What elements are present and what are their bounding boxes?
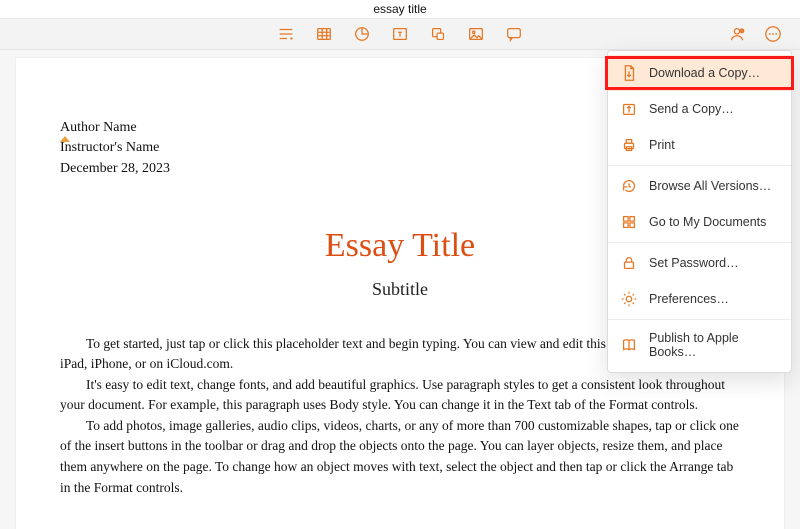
- menu-divider: [608, 319, 791, 320]
- more-icon[interactable]: [764, 25, 782, 43]
- window-title-text: essay title: [373, 2, 426, 16]
- menu-item-browse-versions[interactable]: Browse All Versions…: [608, 168, 791, 204]
- menu-divider: [608, 242, 791, 243]
- menu-item-preferences[interactable]: Preferences…: [608, 281, 791, 317]
- more-menu: Download a Copy… Send a Copy… Print Brow…: [607, 50, 792, 373]
- gear-icon: [620, 290, 638, 308]
- download-icon: [620, 64, 638, 82]
- menu-label: Preferences…: [649, 292, 729, 306]
- menu-item-publish-apple-books[interactable]: Publish to Apple Books…: [608, 322, 791, 368]
- media-icon[interactable]: [467, 25, 485, 43]
- menu-divider: [608, 165, 791, 166]
- menu-label: Print: [649, 138, 675, 152]
- shape-icon[interactable]: [429, 25, 447, 43]
- toolbar-center-group: [277, 25, 523, 43]
- insertion-caret-marker: [60, 136, 70, 142]
- book-icon: [620, 336, 638, 354]
- text-options-icon[interactable]: [277, 25, 295, 43]
- menu-label: Browse All Versions…: [649, 179, 771, 193]
- body-paragraph[interactable]: It's easy to edit text, change fonts, an…: [60, 375, 740, 416]
- print-icon: [620, 136, 638, 154]
- menu-label: Go to My Documents: [649, 215, 766, 229]
- menu-item-download-copy[interactable]: Download a Copy…: [608, 55, 791, 91]
- menu-item-my-documents[interactable]: Go to My Documents: [608, 204, 791, 240]
- menu-label: Publish to Apple Books…: [649, 331, 779, 359]
- toolbar: [0, 18, 800, 50]
- menu-label: Set Password…: [649, 256, 739, 270]
- send-icon: [620, 100, 638, 118]
- window-title: essay title: [0, 0, 800, 18]
- body-paragraph[interactable]: To add photos, image galleries, audio cl…: [60, 416, 740, 498]
- menu-item-send-copy[interactable]: Send a Copy…: [608, 91, 791, 127]
- menu-label: Send a Copy…: [649, 102, 734, 116]
- chart-icon[interactable]: [353, 25, 371, 43]
- grid-icon: [620, 213, 638, 231]
- menu-item-set-password[interactable]: Set Password…: [608, 245, 791, 281]
- menu-label: Download a Copy…: [649, 66, 760, 80]
- menu-item-print[interactable]: Print: [608, 127, 791, 163]
- toolbar-right-group: [728, 25, 782, 43]
- document-stage: Author Name Instructor's Name December 2…: [0, 50, 800, 529]
- lock-icon: [620, 254, 638, 272]
- table-icon[interactable]: [315, 25, 333, 43]
- comment-icon[interactable]: [505, 25, 523, 43]
- history-icon: [620, 177, 638, 195]
- collaborate-icon[interactable]: [728, 25, 746, 43]
- text-box-icon[interactable]: [391, 25, 409, 43]
